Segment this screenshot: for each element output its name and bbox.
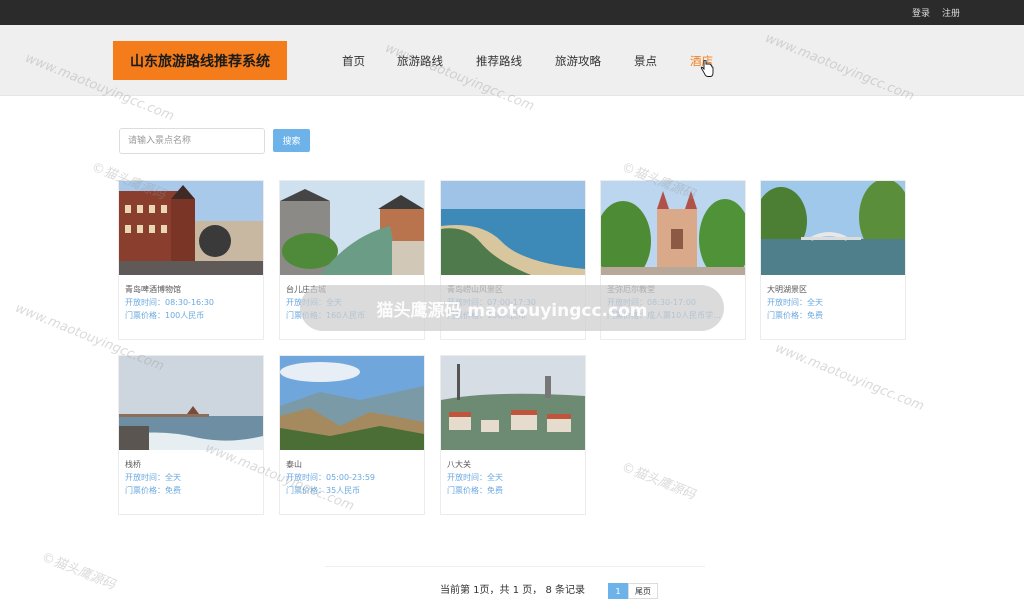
attraction-name: 青岛啤酒博物馆 — [125, 285, 181, 294]
page-1-button[interactable]: 1 — [608, 583, 628, 599]
attraction-name: 台儿庄古城 — [286, 285, 326, 294]
top-bar: 登录 注册 — [0, 0, 1024, 25]
attraction-photo[interactable] — [601, 181, 745, 275]
hand-cursor-icon — [700, 60, 714, 77]
opening-hours: 开放时间：08:30-16:30 — [125, 298, 214, 307]
main-nav: 首页 旅游路线 推荐路线 旅游攻略 景点 酒店 — [0, 53, 1024, 69]
nav-item-home[interactable]: 首页 — [342, 53, 365, 69]
login-link[interactable]: 登录 — [912, 6, 930, 19]
watermark-text: ©猫头鹰源码 — [39, 549, 118, 593]
attraction-photo[interactable] — [280, 356, 424, 450]
ticket-price: 门票价格：130人民币 — [447, 311, 527, 320]
attraction-card[interactable]: 八大关 开放时间：全天 门票价格：免费 — [440, 355, 586, 515]
attraction-photo[interactable] — [761, 181, 905, 275]
pagination-summary: 当前第 1页，共 1 页， 8 条记录 — [440, 585, 585, 596]
ticket-price: 门票价格：成人票10人民币学... — [607, 311, 721, 320]
attraction-search-input[interactable] — [119, 128, 265, 154]
nav-item-guides[interactable]: 旅游攻略 — [555, 53, 601, 69]
ticket-price: 门票价格：免费 — [447, 486, 503, 495]
attraction-photo[interactable] — [119, 356, 263, 450]
opening-hours: 开放时间：全天 — [767, 298, 823, 307]
nav-item-routes[interactable]: 旅游路线 — [397, 53, 443, 69]
ticket-price: 门票价格：100人民币 — [125, 311, 205, 320]
ticket-price: 门票价格：160人民币 — [286, 311, 366, 320]
register-link[interactable]: 注册 — [942, 6, 960, 19]
ticket-price: 门票价格：35人民币 — [286, 486, 361, 495]
attraction-card[interactable]: 圣弥厄尔教堂 开放时间：08:30-17:00 门票价格：成人票10人民币学..… — [600, 180, 746, 340]
attraction-photo[interactable] — [441, 356, 585, 450]
attraction-name: 圣弥厄尔教堂 — [607, 285, 655, 294]
pagination-divider — [325, 566, 705, 567]
attraction-name: 泰山 — [286, 460, 302, 469]
attraction-name: 八大关 — [447, 460, 471, 469]
opening-hours: 开放时间：05:00-23:59 — [286, 473, 375, 482]
ticket-price: 门票价格：免费 — [125, 486, 181, 495]
search-button[interactable]: 搜索 — [273, 129, 310, 152]
ticket-price: 门票价格：免费 — [767, 311, 823, 320]
attraction-card[interactable]: 栈桥 开放时间：全天 门票价格：免费 — [118, 355, 264, 515]
attraction-card[interactable]: 大明湖景区 开放时间：全天 门票价格：免费 — [760, 180, 906, 340]
opening-hours: 开放时间：08:30-17:00 — [607, 298, 696, 307]
attraction-photo[interactable] — [441, 181, 585, 275]
attraction-name: 青岛崂山风景区 — [447, 285, 503, 294]
attraction-card[interactable]: 青岛啤酒博物馆 开放时间：08:30-16:30 门票价格：100人民币 — [118, 180, 264, 340]
watermark-text: www.maotouyingcc.com — [772, 340, 927, 415]
attraction-name: 栈桥 — [125, 460, 141, 469]
attraction-card[interactable]: 泰山 开放时间：05:00-23:59 门票价格：35人民币 — [279, 355, 425, 515]
nav-item-attractions[interactable]: 景点 — [634, 53, 657, 69]
opening-hours: 开放时间：07:00-17:30 — [447, 298, 536, 307]
attraction-photo[interactable] — [119, 181, 263, 275]
attraction-name: 大明湖景区 — [767, 285, 807, 294]
attraction-card[interactable]: 台儿庄古城 开放时间：全天 门票价格：160人民币 — [279, 180, 425, 340]
auth-links: 登录 注册 — [912, 0, 960, 25]
attraction-photo[interactable] — [280, 181, 424, 275]
nav-item-recommended-routes[interactable]: 推荐路线 — [476, 53, 522, 69]
attraction-card[interactable]: 青岛崂山风景区 开放时间：07:00-17:30 门票价格：130人民币 — [440, 180, 586, 340]
opening-hours: 开放时间：全天 — [447, 473, 503, 482]
opening-hours: 开放时间：全天 — [125, 473, 181, 482]
last-page-button[interactable]: 尾页 — [628, 583, 658, 599]
opening-hours: 开放时间：全天 — [286, 298, 342, 307]
watermark-text: ©猫头鹰源码 — [619, 459, 698, 503]
